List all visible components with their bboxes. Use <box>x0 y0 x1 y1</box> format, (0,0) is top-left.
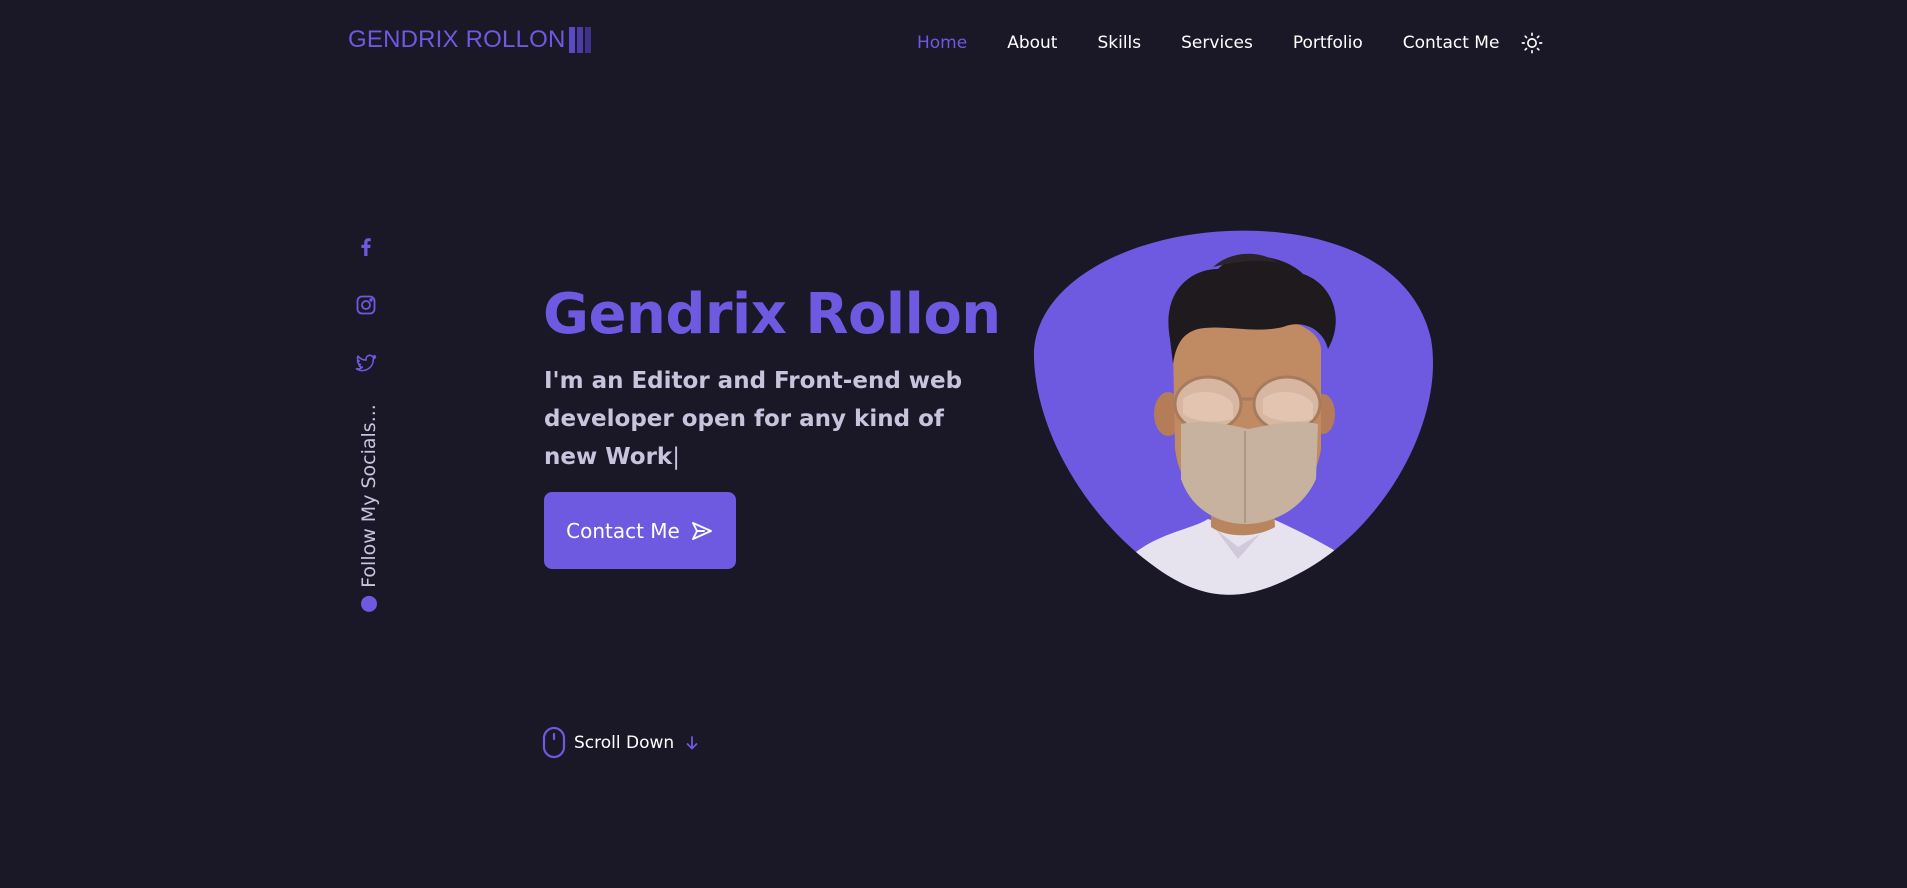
logo-text: GENDRIX ROLLON <box>348 26 566 53</box>
social-links <box>352 235 380 375</box>
nav-home[interactable]: Home <box>917 33 967 53</box>
instagram-icon[interactable] <box>354 293 378 317</box>
facebook-icon[interactable] <box>354 235 378 259</box>
scroll-down-link[interactable]: Scroll Down <box>542 726 700 759</box>
logo-bars-icon <box>568 27 591 53</box>
follow-label: Follow My Socials... <box>358 403 380 588</box>
typing-cursor: | <box>672 444 680 470</box>
contact-me-button[interactable]: Contact Me <box>544 492 736 569</box>
twitter-icon[interactable] <box>354 351 378 375</box>
follow-dot <box>361 595 377 612</box>
page: GENDRIX ROLLON Home About Skills Service… <box>0 0 1907 888</box>
main-nav: Home About Skills Services Portfolio Con… <box>917 32 1543 54</box>
nav-skills[interactable]: Skills <box>1097 33 1141 53</box>
nav-services[interactable]: Services <box>1181 33 1253 53</box>
hero-subtitle: I'm an Editor and Front-end web develope… <box>544 362 1004 476</box>
send-icon <box>691 521 712 540</box>
scroll-down-label: Scroll Down <box>574 732 675 753</box>
sun-icon[interactable] <box>1521 32 1543 54</box>
contact-me-label: Contact Me <box>566 518 680 543</box>
nav-about[interactable]: About <box>1007 33 1057 53</box>
follow-socials: Follow My Socials... <box>355 400 383 615</box>
hero-title: Gendrix Rollon <box>543 282 1001 347</box>
nav-contact[interactable]: Contact Me <box>1403 33 1500 53</box>
site-logo[interactable]: GENDRIX ROLLON <box>348 26 591 54</box>
hero-subtitle-text: I'm an Editor and Front-end web develope… <box>544 368 963 470</box>
mouse-icon <box>542 726 566 759</box>
nav-portfolio[interactable]: Portfolio <box>1293 33 1363 53</box>
profile-photo <box>1033 230 1434 595</box>
arrow-down-icon <box>686 735 698 749</box>
